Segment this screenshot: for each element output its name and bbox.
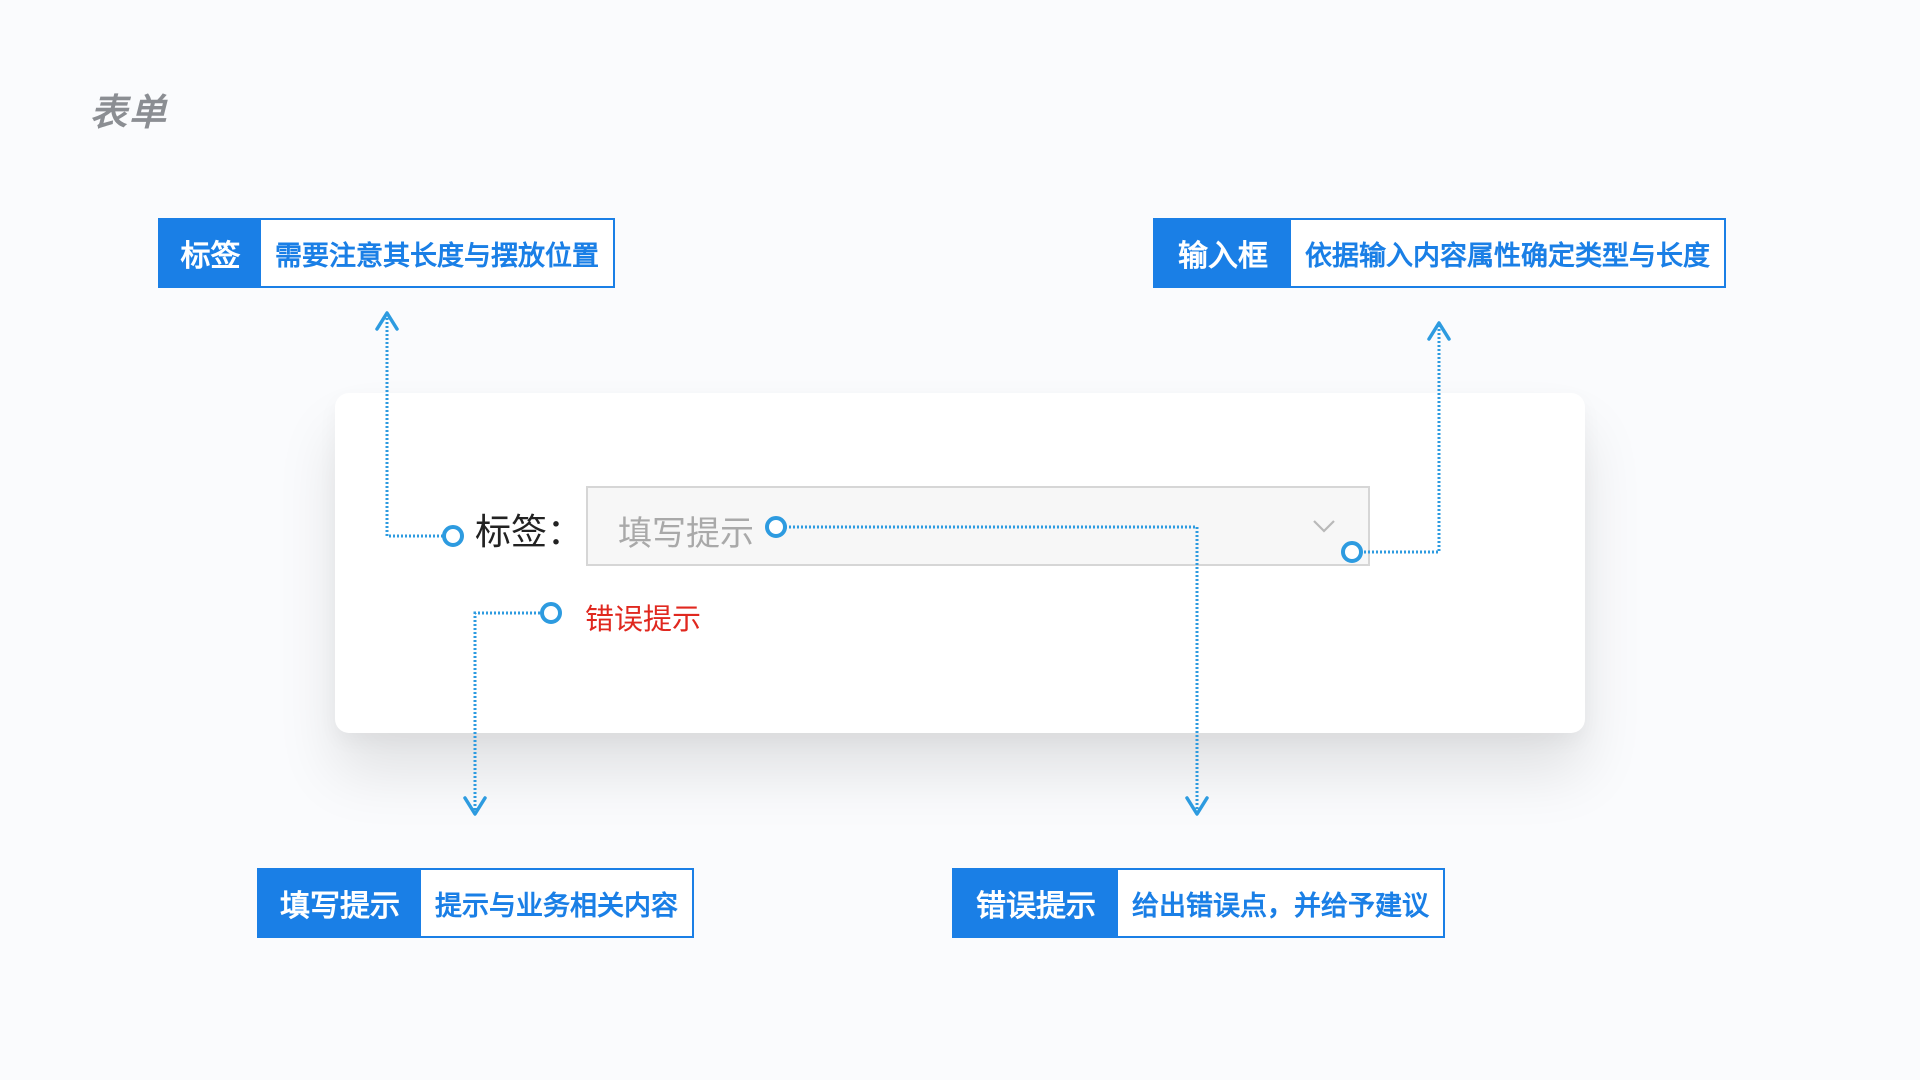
form-select[interactable]: 填写提示 <box>586 486 1370 566</box>
chevron-down-icon[interactable] <box>1312 514 1336 538</box>
callout-label-tag: 标签 <box>160 220 261 286</box>
page-title: 表单 <box>90 91 168 134</box>
callout-placeholder: 填写提示 提示与业务相关内容 <box>257 868 694 938</box>
callout-error: 错误提示 给出错误点，并给予建议 <box>952 868 1445 938</box>
arrow-up-input-icon <box>1427 321 1451 341</box>
callout-input: 输入框 依据输入内容属性确定类型与长度 <box>1153 218 1726 288</box>
form-error-text: 错误提示 <box>585 602 702 636</box>
callout-placeholder-desc: 提示与业务相关内容 <box>435 890 678 922</box>
callout-error-tag: 错误提示 <box>954 870 1118 936</box>
callout-input-tag: 输入框 <box>1155 220 1291 286</box>
arrow-down-placeholder-icon <box>1185 796 1209 816</box>
arrow-up-label-icon <box>375 311 399 331</box>
form-field-label: 标签： <box>475 512 584 553</box>
callout-label-desc: 需要注意其长度与摆放位置 <box>275 240 599 272</box>
callout-label: 标签 需要注意其长度与摆放位置 <box>158 218 615 288</box>
select-placeholder: 填写提示 <box>618 514 754 554</box>
callout-input-desc: 依据输入内容属性确定类型与长度 <box>1305 240 1710 272</box>
callout-error-desc: 给出错误点，并给予建议 <box>1132 890 1429 922</box>
arrow-down-error-icon <box>463 796 487 816</box>
callout-placeholder-tag: 填写提示 <box>259 870 421 936</box>
